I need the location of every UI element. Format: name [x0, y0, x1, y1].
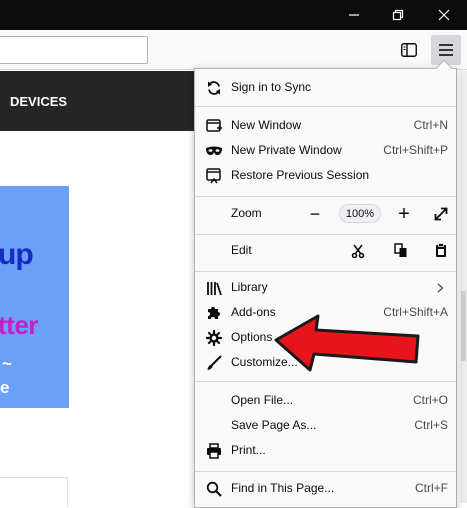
menu-item-shortcut: Ctrl+F	[415, 481, 448, 495]
puzzle-icon	[205, 304, 223, 322]
promo-banner[interactable]: up tter ~ e	[0, 186, 69, 408]
menu-item-zoom: Zoom − 100% +	[195, 201, 456, 226]
menu-item-label: Library	[231, 280, 268, 294]
zoom-level: 100%	[345, 207, 375, 220]
open-menu-button[interactable]	[431, 35, 461, 65]
private-mask-icon	[205, 142, 223, 160]
zoom-in-button[interactable]: +	[392, 201, 416, 226]
hamburger-menu-icon	[439, 44, 453, 56]
menu-item-open-file[interactable]: Open File... Ctrl+O	[195, 388, 456, 413]
zoom-reset-button[interactable]: 100%	[339, 204, 381, 223]
menu-separator	[195, 196, 456, 197]
zoom-in-icon: +	[398, 202, 410, 225]
chevron-right-icon	[437, 283, 444, 293]
menu-item-library[interactable]: Library	[195, 275, 456, 300]
menu-item-shortcut: Ctrl+O	[412, 393, 448, 407]
sidebar-toggle-button[interactable]	[394, 35, 424, 65]
promo-text: up	[0, 238, 34, 271]
menu-separator	[195, 381, 456, 382]
menu-item-edit: Edit	[195, 238, 456, 263]
menu-item-sign-in-to-sync[interactable]: Sign in to Sync	[195, 75, 456, 100]
menu-item-print[interactable]: Print...	[195, 438, 456, 463]
menu-item-shortcut: Ctrl+Shift+P	[383, 143, 448, 157]
navigation-toolbar	[0, 30, 467, 70]
close-icon	[438, 9, 450, 21]
site-navigation-bar: DEVICES	[0, 71, 196, 131]
window-titlebar	[0, 0, 467, 30]
clipboard-icon	[436, 243, 446, 257]
menu-separator	[195, 271, 456, 272]
menu-separator	[195, 234, 456, 235]
zoom-out-button[interactable]: −	[303, 201, 327, 226]
menu-item-label: Zoom	[231, 206, 262, 220]
copy-icon	[394, 243, 407, 257]
restore-icon	[392, 9, 404, 21]
close-button[interactable]	[421, 0, 467, 30]
url-bar[interactable]	[0, 36, 148, 64]
menu-item-label: Edit	[231, 243, 252, 257]
promo-text: e	[0, 378, 10, 397]
page-scrollbar[interactable]	[460, 71, 467, 503]
new-window-icon	[205, 117, 223, 135]
red-annotation-arrow	[274, 314, 420, 372]
zoom-out-icon: −	[309, 203, 321, 224]
menu-item-label: Find in This Page...	[231, 481, 335, 495]
menu-item-label: Open File...	[231, 393, 294, 407]
fullscreen-icon	[434, 207, 448, 220]
menu-separator	[195, 471, 456, 472]
minimize-button[interactable]	[331, 0, 377, 30]
menu-separator	[195, 106, 456, 107]
copy-button[interactable]	[390, 238, 412, 263]
menu-item-label: New Window	[231, 118, 302, 132]
menu-item-label: Print...	[231, 443, 266, 457]
menu-item-new-window[interactable]: New Window Ctrl+N	[195, 113, 456, 138]
promo-text: ~	[2, 354, 12, 373]
menu-item-find-in-page[interactable]: Find in This Page... Ctrl+F	[195, 476, 456, 501]
menu-item-label: Sign in to Sync	[231, 80, 312, 94]
menu-item-label: New Private Window	[231, 143, 342, 157]
printer-icon	[205, 442, 223, 460]
sync-icon	[205, 79, 223, 97]
fullscreen-button[interactable]	[429, 201, 453, 226]
sidebar-icon	[401, 43, 417, 57]
menu-item-shortcut: Ctrl+N	[413, 118, 448, 132]
menu-item-restore-previous-session[interactable]: Restore Previous Session	[195, 163, 456, 188]
scissors-icon	[351, 244, 365, 258]
library-icon	[205, 279, 223, 297]
menu-item-shortcut: Ctrl+S	[414, 418, 448, 432]
cut-button[interactable]	[347, 238, 369, 263]
menu-item-label: Restore Previous Session	[231, 168, 370, 182]
menu-item-label: Add-ons	[231, 305, 276, 319]
restore-button[interactable]	[375, 0, 421, 30]
paste-button[interactable]	[430, 238, 452, 263]
app-menu-panel: Sign in to Sync New Window Ctrl+N New Pr…	[194, 59, 457, 508]
nav-item-devices[interactable]: DEVICES	[10, 94, 67, 109]
scrollbar-thumb[interactable]	[461, 291, 466, 361]
menu-item-save-page-as[interactable]: Save Page As... Ctrl+S	[195, 413, 456, 438]
gear-icon	[205, 329, 223, 347]
menu-item-label: Save Page As...	[231, 418, 317, 432]
menu-item-new-private-window[interactable]: New Private Window Ctrl+Shift+P	[195, 138, 456, 163]
paintbrush-icon	[205, 354, 223, 372]
restore-session-icon	[205, 167, 223, 185]
minimize-icon	[349, 14, 359, 16]
promo-text: tter	[0, 310, 38, 340]
search-icon	[205, 480, 223, 498]
menu-item-label: Options	[231, 330, 273, 344]
